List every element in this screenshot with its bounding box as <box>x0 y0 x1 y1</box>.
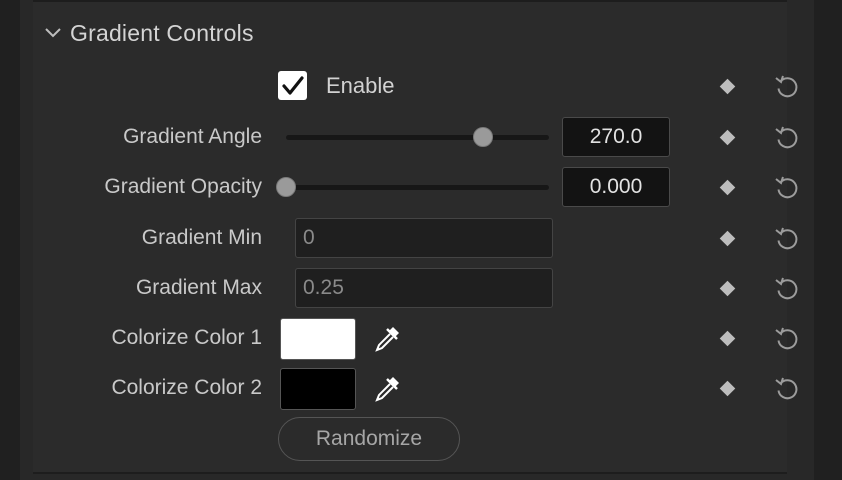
diamond-keyframe-icon[interactable] <box>719 230 735 246</box>
gradient-angle-slider-thumb[interactable] <box>473 127 494 147</box>
colorize-color-1-label: Colorize Color 1 <box>111 326 262 349</box>
randomize-button[interactable]: Randomize <box>278 417 460 461</box>
diamond-keyframe-icon[interactable] <box>719 179 735 195</box>
gradient-angle-label: Gradient Angle <box>123 125 262 148</box>
checkmark-icon <box>281 75 304 95</box>
gradient-controls-panel: Gradient Controls Enable Gradient Angle … <box>33 0 798 474</box>
gradient-opacity-label: Gradient Opacity <box>104 175 262 198</box>
eyedropper-icon[interactable] <box>370 322 404 356</box>
gradient-max-label: Gradient Max <box>135 276 262 299</box>
gradient-max-row: Gradient Max 0.25 <box>33 266 798 310</box>
diamond-keyframe-icon[interactable] <box>719 280 735 296</box>
gradient-opacity-value[interactable]: 0.000 <box>562 167 670 207</box>
gradient-min-row: Gradient Min 0 <box>33 216 798 260</box>
section-header[interactable]: Gradient Controls <box>33 16 254 50</box>
chevron-down-icon[interactable] <box>38 18 68 48</box>
enable-row: Enable <box>33 64 798 108</box>
reset-icon[interactable] <box>771 273 803 305</box>
gradient-angle-value[interactable]: 270.0 <box>562 117 670 157</box>
diamond-keyframe-icon[interactable] <box>719 380 735 396</box>
reset-icon[interactable] <box>771 71 803 103</box>
reset-icon[interactable] <box>771 373 803 405</box>
enable-checkbox[interactable] <box>278 71 307 100</box>
eyedropper-icon[interactable] <box>370 372 404 406</box>
colorize-color-1-row: Colorize Color 1 <box>33 316 798 360</box>
section-title: Gradient Controls <box>70 19 254 46</box>
reset-icon[interactable] <box>771 323 803 355</box>
gradient-max-field[interactable]: 0.25 <box>295 268 553 308</box>
diamond-keyframe-icon[interactable] <box>719 78 735 94</box>
gradient-angle-row: Gradient Angle 270.0 <box>33 115 798 159</box>
gradient-min-label: Gradient Min <box>141 226 262 249</box>
diamond-keyframe-icon[interactable] <box>719 129 735 145</box>
reset-icon[interactable] <box>771 122 803 154</box>
left-gutter <box>0 0 20 480</box>
reset-icon[interactable] <box>771 172 803 204</box>
gradient-opacity-slider-thumb[interactable] <box>276 177 296 197</box>
gradient-angle-slider[interactable] <box>286 135 549 140</box>
colorize-color-2-row: Colorize Color 2 <box>33 366 798 410</box>
enable-label: Enable <box>326 73 395 98</box>
colorize-color-1-swatch[interactable] <box>280 318 356 360</box>
colorize-color-2-label: Colorize Color 2 <box>111 376 262 399</box>
gradient-opacity-slider[interactable] <box>286 185 549 190</box>
right-gutter <box>814 0 842 480</box>
gradient-opacity-row: Gradient Opacity 0.000 <box>33 165 798 209</box>
reset-icon[interactable] <box>771 223 803 255</box>
gradient-min-field[interactable]: 0 <box>295 218 553 258</box>
colorize-color-2-swatch[interactable] <box>280 368 356 410</box>
diamond-keyframe-icon[interactable] <box>719 330 735 346</box>
